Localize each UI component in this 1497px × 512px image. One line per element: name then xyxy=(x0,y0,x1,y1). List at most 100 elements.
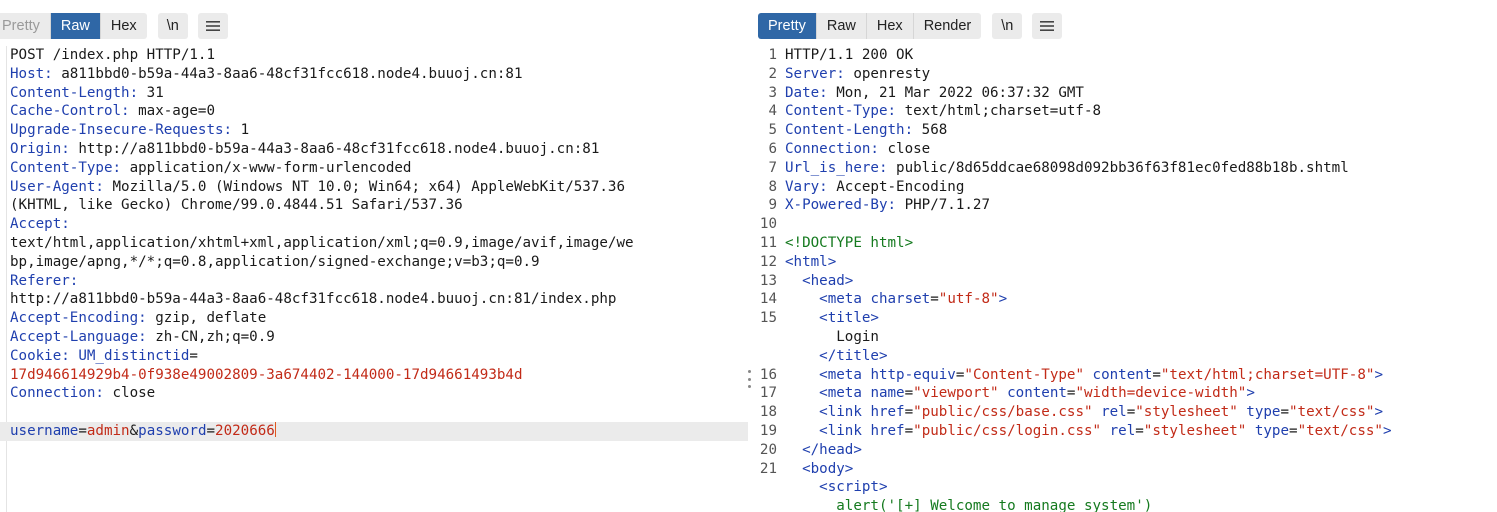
html-tag: </title> xyxy=(819,347,888,364)
code-line: 19 <link href="public/css/login.css" rel… xyxy=(758,422,1497,441)
request-body-line[interactable]: username=admin&password=2020666 xyxy=(0,421,748,441)
code-line: 12 <html> xyxy=(758,253,1497,272)
html-string: "text/css" xyxy=(1289,404,1375,421)
html-string: "public/css/base.css" xyxy=(913,404,1093,421)
line-number: 8 xyxy=(768,178,777,195)
tab-raw[interactable]: Raw xyxy=(50,13,101,39)
header-value: text/html;charset=utf-8 xyxy=(896,103,1102,120)
header-key: X-Powered-By: xyxy=(785,197,897,214)
tab-pretty[interactable]: Pretty xyxy=(0,13,51,39)
pane-splitter-handle[interactable] xyxy=(747,370,751,388)
line-number: 17 xyxy=(759,385,777,402)
html-attr: name xyxy=(870,385,905,402)
tab-hex[interactable]: Hex xyxy=(866,13,914,39)
line-number: 19 xyxy=(759,422,777,439)
header-key: Host: xyxy=(10,65,53,82)
code-line: 1 HTTP/1.1 200 OK xyxy=(758,46,1497,65)
tab-raw[interactable]: Raw xyxy=(816,13,867,39)
line-number: 16 xyxy=(759,366,777,383)
header-value: 31 xyxy=(138,84,164,101)
html-equals: = xyxy=(1152,366,1161,383)
code-line: 21 <body> xyxy=(758,460,1497,479)
doctype: <!DOCTYPE html> xyxy=(785,234,914,251)
options-menu-button[interactable] xyxy=(1032,13,1063,39)
header-value: zh-CN,zh;q=0.9 xyxy=(146,328,275,345)
header-value: Accept-Encoding xyxy=(827,178,965,195)
header-line-continued: text/html,application/xhtml+xml,applicat… xyxy=(0,234,748,253)
html-equals: = xyxy=(904,385,914,402)
header-value: Mon, 21 Mar 2022 06:37:32 GMT xyxy=(827,84,1084,101)
request-toolbar: Pretty Raw Hex \n xyxy=(0,12,228,40)
header-key: Content-Length: xyxy=(10,84,139,101)
code-line: 2 Server: openresty xyxy=(758,65,1497,84)
html-attr: rel xyxy=(1101,404,1127,421)
html-attr: href xyxy=(870,404,905,421)
line-number: 9 xyxy=(768,197,777,214)
html-string: "public/css/login.css" xyxy=(913,422,1102,439)
code-line: 3 Date: Mon, 21 Mar 2022 06:37:32 GMT xyxy=(758,84,1497,103)
html-text: Login xyxy=(836,328,879,345)
html-tag: <meta xyxy=(819,291,862,308)
param-equals: = xyxy=(206,422,216,439)
header-key: Accept: xyxy=(10,216,70,233)
header-value: PHP/7.1.27 xyxy=(896,197,991,214)
code-line: 16 <meta http-equiv = "Content-Type" conte… xyxy=(758,366,1497,385)
line-number: 11 xyxy=(759,234,777,251)
status-line: HTTP/1.1 200 OK xyxy=(785,47,914,63)
param-value: admin xyxy=(86,422,130,439)
tab-hex[interactable]: Hex xyxy=(100,13,147,39)
line-number: 18 xyxy=(759,404,777,421)
request-line: POST /index.php HTTP/1.1 xyxy=(0,46,748,65)
newline-toggle-button[interactable]: \n xyxy=(157,13,188,39)
response-editor[interactable]: 1 HTTP/1.1 200 OK 2 Server: openresty 3 Dat… xyxy=(758,46,1497,512)
html-tag: > xyxy=(1246,385,1255,402)
html-tag: </head> xyxy=(802,441,862,458)
header-key: Cache-Control: xyxy=(10,103,130,120)
header-line: Cache-Control: max-age=0 xyxy=(0,102,748,121)
html-tag: <html> xyxy=(785,253,837,270)
html-tag: <meta xyxy=(819,366,862,383)
header-value: max-age=0 xyxy=(129,103,216,120)
line-number: 13 xyxy=(759,272,777,289)
header-value: 568 xyxy=(913,122,948,139)
header-value: 1 xyxy=(232,122,250,139)
tab-pretty[interactable]: Pretty xyxy=(758,13,817,39)
html-tag: <meta xyxy=(819,385,862,402)
tab-render[interactable]: Render xyxy=(913,13,982,39)
header-line: Content-Length: 31 xyxy=(0,84,748,103)
line-number: 14 xyxy=(759,291,777,308)
code-line: <script> xyxy=(758,478,1497,497)
header-key: User-Agent: xyxy=(10,178,104,195)
splitter-dot xyxy=(747,377,751,381)
code-line: alert('[+] Welcome to manage system') xyxy=(758,497,1497,512)
header-value: public/8d65ddcae68098d092bb36f63f81ec0fe… xyxy=(887,159,1349,176)
hamburger-menu-icon xyxy=(205,21,220,31)
code-line: </title> xyxy=(758,347,1497,366)
header-line: Accept-Encoding: gzip, deflate xyxy=(0,309,748,328)
text-caret xyxy=(274,421,277,437)
html-tag: > xyxy=(1374,404,1383,421)
line-number: 10 xyxy=(759,216,777,233)
html-attr: type xyxy=(1254,422,1290,439)
request-editor[interactable]: POST /index.php HTTP/1.1 Host: a811bbd0-… xyxy=(0,46,748,512)
code-line: 6 Connection: close xyxy=(758,140,1497,159)
header-line-continued: http://a811bbd0-b59a-44a3-8aa6-48cf31fcc… xyxy=(0,290,748,309)
html-equals: = xyxy=(930,291,939,308)
header-value: close xyxy=(878,140,931,157)
options-menu-button[interactable] xyxy=(197,13,228,39)
line-number: 5 xyxy=(768,122,777,139)
cookie-name: UM_distinctid xyxy=(69,347,190,364)
code-line: 15 <title> xyxy=(758,309,1497,328)
html-tag: <title> xyxy=(819,310,879,327)
cookie-value: 17d946614929b4-0f938e49002809-3a674402-1… xyxy=(10,366,523,383)
request-pane: Pretty Raw Hex \n POST /index.php HTTP/1… xyxy=(0,0,748,512)
html-tag: <head> xyxy=(802,272,854,289)
header-key: Connection: xyxy=(785,140,879,157)
html-string: "viewport" xyxy=(913,385,999,402)
header-line-continued: (KHTML, like Gecko) Chrome/99.0.4844.51 … xyxy=(0,196,748,215)
header-key: Upgrade-Insecure-Requests: xyxy=(10,122,233,139)
newline-toggle-button[interactable]: \n xyxy=(992,13,1023,39)
line-number: 4 xyxy=(768,103,777,120)
html-equals: = xyxy=(1280,404,1290,421)
header-line: Host: a811bbd0-b59a-44a3-8aa6-48cf31fcc6… xyxy=(0,65,748,84)
